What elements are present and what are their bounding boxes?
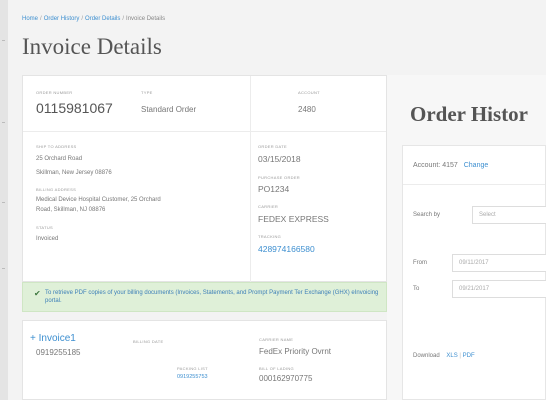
- order-status: Invoiced: [36, 236, 59, 242]
- search-by-select[interactable]: Select: [472, 206, 546, 224]
- invoice-title: Invoice1: [38, 333, 76, 344]
- breadcrumb-order-details[interactable]: Order Details: [85, 16, 120, 22]
- invoice-card: + Invoice1 0919255185 BILLING DATE CARRI…: [22, 320, 387, 400]
- billing-address-label: BILLING ADDRESS: [36, 187, 77, 192]
- history-account-number: 4157: [442, 162, 458, 169]
- search-by-value: Select: [479, 212, 496, 218]
- change-account-link[interactable]: Change: [464, 162, 489, 169]
- search-by-label: Search by: [413, 212, 441, 218]
- account-prefix-label: Account:: [413, 162, 441, 169]
- carrier: FEDEX EXPRESS: [258, 214, 329, 224]
- tracking-label: TRACKING: [258, 234, 282, 239]
- packing-list-link[interactable]: 0919255753: [177, 374, 208, 380]
- strip-mark: [2, 40, 5, 41]
- billing-date-label: BILLING DATE: [133, 339, 164, 344]
- ship-to-line2: Skillman, New Jersey 08876: [36, 170, 112, 176]
- purchase-order-label: PURCHASE ORDER: [258, 175, 300, 180]
- from-label: From: [413, 260, 427, 266]
- breadcrumb-order-history[interactable]: Order History: [44, 16, 80, 22]
- carrier-label: CARRIER: [258, 204, 279, 209]
- packing-list-label: PACKING LIST: [177, 366, 208, 371]
- history-divider: [403, 184, 545, 185]
- order-type: Standard Order: [141, 105, 197, 114]
- billing-address-line2: Road, Skillman, NJ 08876: [36, 207, 106, 213]
- order-history-form: Account: 4157 Change Search by Select Fr…: [402, 145, 546, 400]
- page-title: Invoice Details: [22, 34, 162, 59]
- ship-to-line1: 25 Orchard Road: [36, 156, 83, 162]
- status-label: STATUS: [36, 225, 53, 230]
- breadcrumb-separator: /: [40, 16, 42, 22]
- pdf-info-banner: ✔ To retrieve PDF copies of your billing…: [22, 282, 387, 312]
- carrier-name: FedEx Priority Ovrnt: [259, 347, 332, 356]
- invoice-expand-toggle[interactable]: + Invoice1: [30, 333, 76, 344]
- order-number-label: ORDER NUMBER: [36, 90, 73, 95]
- account-label: ACCOUNT: [298, 90, 320, 95]
- from-date-value: 09/11/2017: [459, 260, 489, 266]
- download-pdf-link[interactable]: PDF: [463, 353, 475, 359]
- strip-mark: [2, 268, 5, 269]
- order-date-label: ORDER DATE: [258, 144, 287, 149]
- order-history-title: Order Histor: [410, 102, 529, 126]
- download-xls-link[interactable]: XLS: [446, 353, 457, 359]
- from-date-input[interactable]: 09/11/2017: [452, 254, 546, 272]
- breadcrumb: Home / Order History / Order Details / Invoice…: [22, 16, 165, 22]
- left-edge-strip: [0, 0, 8, 400]
- summary-divider: [23, 131, 386, 132]
- strip-mark: [2, 122, 5, 123]
- order-number: 0115981067: [36, 100, 113, 116]
- expand-icon: +: [30, 333, 36, 344]
- summary-vertical-divider: [250, 76, 251, 283]
- order-history-panel: Order Histor Account: 4157 Change Search…: [387, 75, 546, 400]
- to-date-value: 09/21/2017: [459, 286, 490, 292]
- order-date: 03/15/2018: [258, 154, 301, 164]
- bill-of-lading-label: BILL OF LADING: [259, 366, 294, 371]
- invoice-number: 0919255185: [36, 348, 81, 357]
- tracking-link[interactable]: 428974166580: [258, 244, 315, 254]
- check-icon: ✔: [34, 289, 41, 298]
- breadcrumb-current: Invoice Details: [126, 16, 166, 22]
- breadcrumb-separator: /: [122, 16, 125, 22]
- purchase-order: PO1234: [258, 184, 290, 194]
- strip-mark: [2, 202, 5, 203]
- carrier-name-label: CARRIER NAME: [259, 337, 294, 342]
- bill-of-lading: 000162970775: [259, 374, 313, 383]
- to-date-input[interactable]: 09/21/2017: [452, 280, 546, 298]
- billing-address-line1: Medical Device Hospital Customer, 25 Orc…: [36, 197, 161, 203]
- ship-to-label: SHIP TO ADDRESS: [36, 144, 77, 149]
- breadcrumb-separator: /: [81, 16, 84, 22]
- download-divider: |: [459, 353, 461, 359]
- type-label: TYPE: [141, 90, 153, 95]
- account-number: 2480: [298, 105, 316, 114]
- to-label: To: [413, 286, 420, 292]
- order-summary-card: ORDER NUMBER 0115981067 TYPE Standard Or…: [22, 75, 387, 283]
- breadcrumb-home[interactable]: Home: [22, 16, 38, 22]
- banner-text: To retrieve PDF copies of your billing d…: [45, 290, 379, 304]
- download-label: Download: [413, 353, 440, 359]
